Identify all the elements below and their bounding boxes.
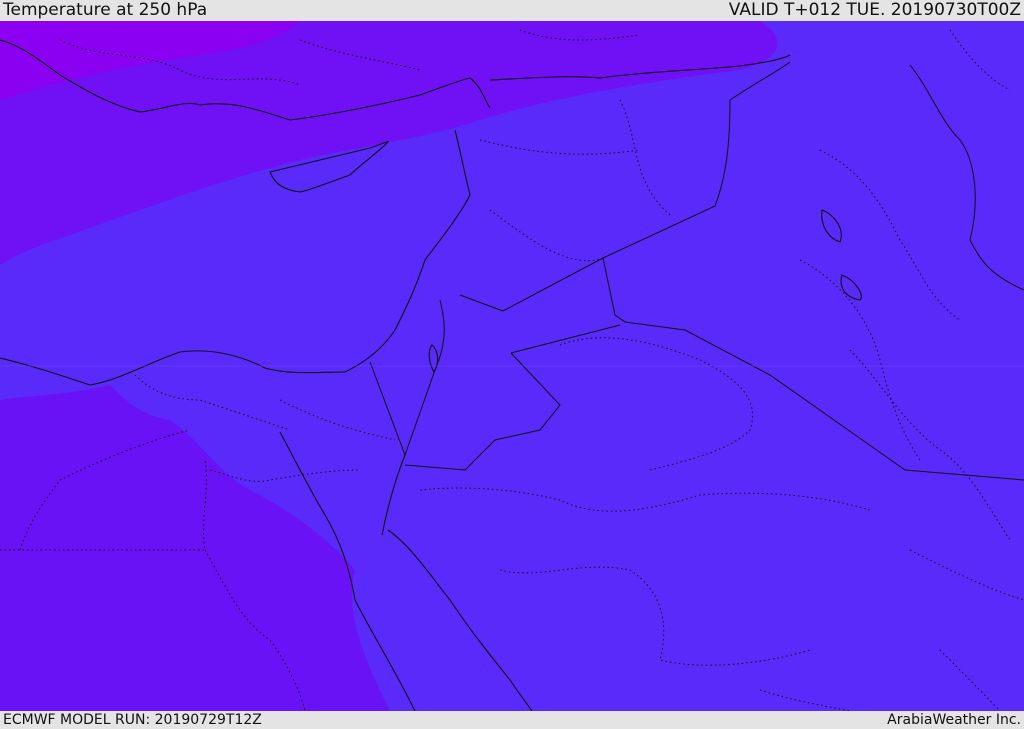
map-footer: ECMWF MODEL RUN: 20190729T12Z ArabiaWeat… <box>0 711 1024 729</box>
map-header: Temperature at 250 hPa VALID T+012 TUE. … <box>0 0 1024 21</box>
model-run: ECMWF MODEL RUN: 20190729T12Z <box>3 712 262 728</box>
credit: ArabiaWeather Inc. <box>887 712 1021 728</box>
map-title: Temperature at 250 hPa <box>3 0 208 20</box>
temperature-map[interactable] <box>0 21 1024 711</box>
valid-time: VALID T+012 TUE. 20190730T00Z <box>728 0 1021 20</box>
